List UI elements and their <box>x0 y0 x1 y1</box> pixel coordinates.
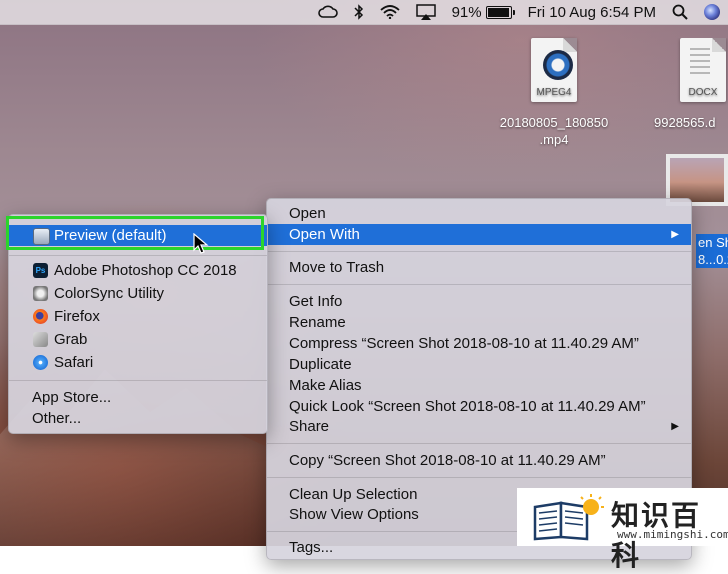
submenu-item-safari[interactable]: Safari <box>9 352 267 373</box>
menu-item-copy[interactable]: Copy “Screen Shot 2018-08-10 at 11.40.29… <box>267 450 691 471</box>
watermark-logo <box>533 494 604 541</box>
submenu-arrow-icon: ▶ <box>671 421 679 432</box>
siri-icon[interactable] <box>704 4 720 20</box>
selected-file-label[interactable]: en Sh 8...0.2 <box>696 234 728 268</box>
clock[interactable]: Fri 10 Aug 6:54 PM <box>528 4 656 21</box>
battery-level <box>487 7 510 17</box>
menu-item-open[interactable]: Open <box>267 203 691 224</box>
menu-separator <box>267 477 691 478</box>
menu-item-open-with[interactable]: Open With ▶ <box>267 224 691 245</box>
wifi-icon[interactable] <box>379 5 400 19</box>
document-file-icon: DOCX <box>680 38 726 102</box>
submenu-item-app-store[interactable]: App Store... <box>9 387 267 408</box>
search-icon[interactable] <box>672 4 688 20</box>
submenu-arrow-icon: ▶ <box>671 229 679 240</box>
watermark-url: www.mimingshi.com <box>617 528 728 541</box>
desktop-file-mp4[interactable]: MPEG4 20180805_180850 .mp4 <box>484 38 624 148</box>
submenu-item-other[interactable]: Other... <box>9 408 267 429</box>
photoshop-icon: Ps <box>33 263 48 278</box>
desktop-file-docx[interactable]: DOCX 9928565.d <box>652 38 728 131</box>
quicktime-icon <box>543 50 573 80</box>
battery-percent: 91% <box>451 3 482 21</box>
app-label: Grab <box>54 331 88 348</box>
menu-item-label: Open With <box>289 226 360 243</box>
video-file-icon: MPEG4 <box>531 38 577 102</box>
battery-status[interactable]: 91% <box>451 3 515 21</box>
menu-separator <box>267 284 691 285</box>
colorsync-icon <box>33 286 48 301</box>
safari-icon <box>33 355 48 370</box>
file-label-line1: en Sh <box>698 235 728 250</box>
firefox-icon <box>33 309 48 324</box>
app-label: Firefox <box>54 308 100 325</box>
submenu-item-colorsync[interactable]: ColorSync Utility <box>9 283 267 304</box>
menu-separator <box>267 443 691 444</box>
menu-item-share[interactable]: Share ▶ <box>267 416 691 437</box>
mouse-pointer-icon <box>193 233 209 254</box>
bluetooth-icon[interactable] <box>354 4 364 20</box>
submenu-item-grab[interactable]: Grab <box>9 329 267 350</box>
menu-item-quick-look[interactable]: Quick Look “Screen Shot 2018-08-10 at 11… <box>267 396 691 417</box>
thumbnail-image <box>670 158 724 202</box>
menu-item-duplicate[interactable]: Duplicate <box>267 354 691 375</box>
file-name: 9928565.d <box>654 115 716 130</box>
menu-item-move-to-trash[interactable]: Move to Trash <box>267 257 691 278</box>
file-label-line2: 8...0.2 <box>698 252 728 267</box>
file-name: 20180805_180850 <box>499 115 609 130</box>
menu-item-compress[interactable]: Compress “Screen Shot 2018-08-10 at 11.4… <box>267 333 691 354</box>
datetime-label: Fri 10 Aug 6:54 PM <box>527 3 656 21</box>
submenu-item-firefox[interactable]: Firefox <box>9 306 267 327</box>
watermark: 知识百科 www.mimingshi.com <box>517 488 728 571</box>
submenu-item-photoshop[interactable]: Ps Adobe Photoshop CC 2018 <box>9 260 267 281</box>
file-type-label: MPEG4 <box>536 87 572 98</box>
menu-item-rename[interactable]: Rename <box>267 312 691 333</box>
file-type-label: DOCX <box>688 87 718 98</box>
menu-item-make-alias[interactable]: Make Alias <box>267 375 691 396</box>
highlight-box <box>6 216 264 250</box>
creative-cloud-icon[interactable] <box>317 5 338 19</box>
menu-bar: 91% Fri 10 Aug 6:54 PM <box>0 0 728 25</box>
app-label: Adobe Photoshop CC 2018 <box>54 262 237 279</box>
menu-separator <box>267 251 691 252</box>
menu-separator <box>9 380 267 381</box>
menu-item-label: Share <box>289 418 330 435</box>
document-lines <box>690 48 710 78</box>
app-label: Safari <box>54 354 94 371</box>
app-label: ColorSync Utility <box>54 285 165 302</box>
airplay-icon[interactable] <box>415 4 436 20</box>
grab-icon <box>33 332 48 347</box>
menu-separator <box>9 255 267 256</box>
menu-item-get-info[interactable]: Get Info <box>267 291 691 312</box>
battery-icon <box>485 5 515 19</box>
file-extension: .mp4 <box>539 132 569 147</box>
